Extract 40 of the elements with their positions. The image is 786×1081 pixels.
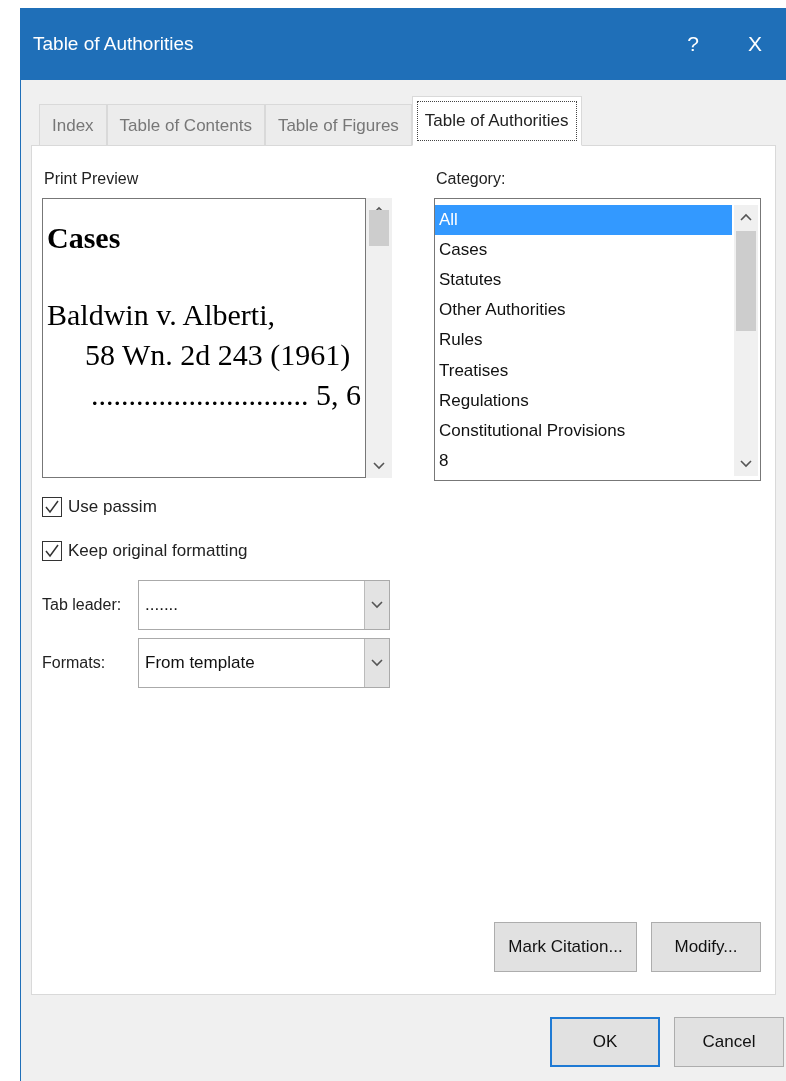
dropdown[interactable]: ....... bbox=[138, 580, 390, 630]
help-button[interactable]: ? bbox=[662, 22, 724, 66]
preview-line: Baldwin v. Alberti, bbox=[47, 297, 277, 333]
dropdown-label: Formats: bbox=[42, 654, 107, 672]
category-item[interactable]: Constitutional Provisions bbox=[435, 415, 732, 446]
category-label: Category: bbox=[436, 170, 507, 188]
preview-line: 58 Wn. 2d 243 (1961) bbox=[84, 337, 352, 373]
category-item[interactable]: Cases bbox=[435, 235, 732, 266]
close-button[interactable]: X bbox=[724, 22, 786, 66]
checkbox[interactable] bbox=[42, 497, 62, 517]
dropdown[interactable]: From template bbox=[138, 638, 390, 688]
category-item[interactable]: Regulations bbox=[435, 385, 732, 416]
category-item[interactable]: Other Authorities bbox=[435, 295, 732, 326]
window-title: Table of Authorities bbox=[33, 33, 195, 55]
preview-heading: Cases bbox=[47, 221, 122, 255]
panel-button[interactable]: Modify... bbox=[651, 922, 761, 972]
checkbox[interactable] bbox=[42, 541, 62, 561]
category-item[interactable]: 8 bbox=[435, 445, 732, 476]
dropdown-label: Tab leader: bbox=[42, 596, 123, 614]
scroll-down-icon[interactable] bbox=[373, 462, 385, 470]
preview-label: Print Preview bbox=[44, 170, 140, 188]
tab[interactable]: Table of Contents bbox=[106, 104, 265, 146]
scrollbar[interactable] bbox=[366, 198, 392, 478]
dialog-button[interactable]: Cancel bbox=[674, 1017, 784, 1067]
scroll-up-icon[interactable] bbox=[740, 213, 752, 221]
tab[interactable]: Table of Figures bbox=[264, 104, 412, 146]
scroll-down-icon[interactable] bbox=[740, 460, 752, 468]
category-item[interactable]: Statutes bbox=[435, 265, 732, 296]
category-item[interactable]: Rules bbox=[435, 325, 732, 356]
tab[interactable]: Index bbox=[39, 104, 107, 146]
scrollbar-thumb[interactable] bbox=[369, 210, 389, 246]
panel-button[interactable]: Mark Citation... bbox=[494, 922, 637, 972]
checkbox-option[interactable]: Keep original formatting bbox=[42, 536, 402, 566]
category-item[interactable]: Treatises bbox=[435, 355, 732, 386]
checkbox-option[interactable]: Use passim bbox=[42, 492, 402, 522]
tab[interactable]: Table of Authorities bbox=[411, 96, 582, 146]
scrollbar[interactable] bbox=[734, 205, 758, 476]
preview-line: ............................. 5, 6 bbox=[90, 377, 361, 413]
dialog-button[interactable]: OK bbox=[550, 1017, 660, 1067]
scrollbar-thumb[interactable] bbox=[736, 231, 756, 331]
